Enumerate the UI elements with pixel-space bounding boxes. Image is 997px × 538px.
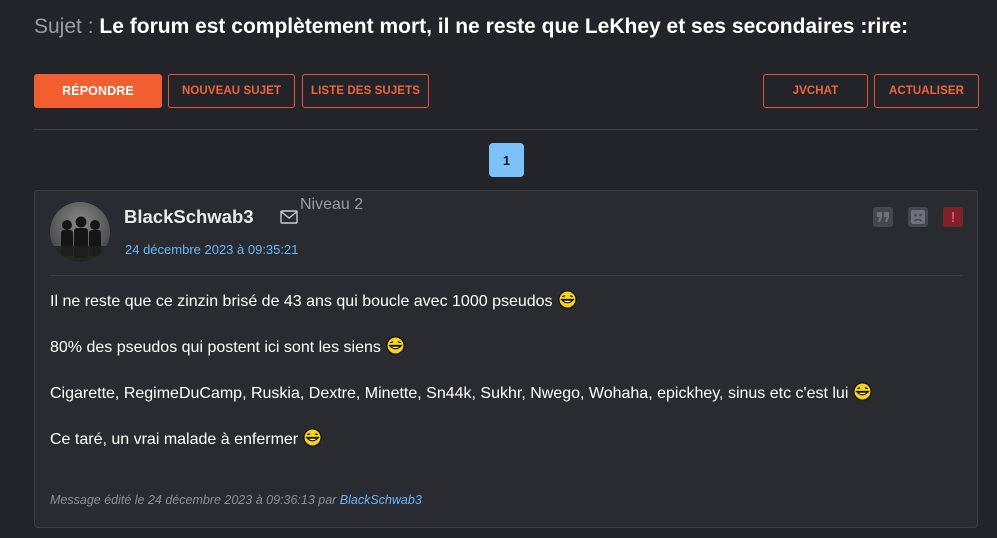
topic-title: Sujet : Le forum est complètement mort, … bbox=[34, 15, 908, 39]
avatar[interactable] bbox=[50, 202, 110, 262]
topic-list-button[interactable]: LISTE DES SUJETS bbox=[302, 74, 429, 108]
sad-face-icon[interactable] bbox=[908, 207, 928, 227]
reply-button[interactable]: RÉPONDRE bbox=[34, 74, 162, 108]
toolbar-divider bbox=[34, 129, 978, 130]
post-author[interactable]: BlackSchwab3 bbox=[124, 206, 254, 228]
edit-note-author-link[interactable]: BlackSchwab3 bbox=[340, 493, 422, 507]
alert-icon[interactable]: ! bbox=[943, 207, 963, 227]
refresh-button[interactable]: ACTUALISER bbox=[874, 74, 979, 108]
post-date[interactable]: 24 décembre 2023 à 09:35:21 bbox=[125, 242, 298, 257]
mail-icon[interactable] bbox=[280, 210, 298, 224]
laughing-smiley-icon bbox=[853, 382, 873, 401]
author-level: Niveau 2 bbox=[300, 196, 364, 213]
topic-title-text: Le forum est complètement mort, il ne re… bbox=[99, 15, 909, 38]
new-topic-button[interactable]: NOUVEAU SUJET bbox=[168, 74, 295, 108]
quote-icon[interactable] bbox=[873, 207, 893, 227]
pagination-page-current[interactable]: 1 bbox=[489, 143, 524, 177]
edit-note: Message édité le 24 décembre 2023 à 09:3… bbox=[50, 493, 422, 507]
post-paragraph: Ce taré, un vrai malade à enfermer bbox=[50, 428, 960, 451]
laughing-smiley-icon bbox=[303, 428, 322, 447]
avatar-image bbox=[50, 202, 110, 262]
post-paragraph-text: Il ne reste que ce zinzin brisé de 43 an… bbox=[50, 293, 553, 310]
topic-label: Sujet bbox=[34, 15, 82, 38]
laughing-smiley-icon bbox=[557, 290, 577, 309]
post-paragraph: Il ne reste que ce zinzin brisé de 43 an… bbox=[50, 290, 960, 313]
post-header-divider bbox=[50, 275, 962, 276]
topic-separator: : bbox=[87, 15, 94, 38]
post-paragraph: Cigarette, RegimeDuCamp, Ruskia, Dextre,… bbox=[50, 382, 960, 405]
jvchat-button[interactable]: JVCHAT bbox=[763, 74, 868, 108]
post-paragraph: 80% des pseudos qui postent ici sont les… bbox=[50, 336, 960, 359]
edit-note-text: Message édité le 24 décembre 2023 à 09:3… bbox=[50, 493, 337, 507]
post-paragraph-text: Cigarette, RegimeDuCamp, Ruskia, Dextre,… bbox=[50, 385, 849, 402]
post-paragraph-text: 80% des pseudos qui postent ici sont les… bbox=[50, 339, 381, 356]
post-content: Il ne reste que ce zinzin brisé de 43 an… bbox=[50, 290, 960, 474]
post-paragraph-text: Ce taré, un vrai malade à enfermer bbox=[50, 431, 299, 448]
post-card: BlackSchwab3 Niveau 2 24 décembre 2023 à… bbox=[34, 190, 978, 528]
laughing-smiley-icon bbox=[386, 336, 405, 355]
